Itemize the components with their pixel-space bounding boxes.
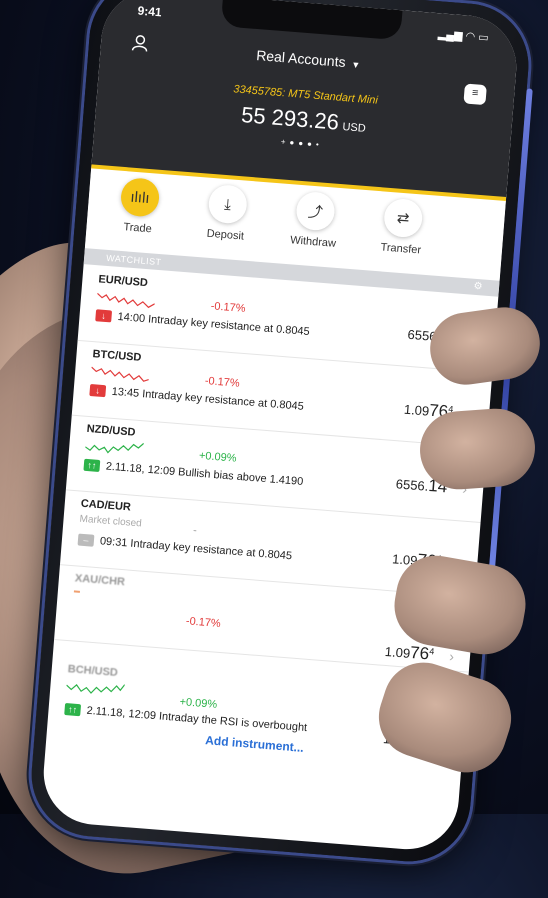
news-note: ↑↑ 2.11.18, 12:09 Bullish bias above 1.41…: [83, 458, 304, 488]
instrument-symbol: NZD/USD: [86, 422, 136, 439]
arrow-down-icon: ↓: [89, 384, 107, 398]
change-percent: -: [192, 524, 198, 537]
chart-icon: ılılı: [119, 176, 161, 218]
trade-label: Trade: [123, 221, 153, 236]
price-main: 1.09: [403, 401, 430, 419]
balance-currency: USD: [342, 121, 367, 135]
withdraw-label: Withdraw: [289, 234, 337, 250]
news-note: ↓ 14:00 Intraday key resistance at 0.8045: [95, 309, 310, 338]
status-time: 9:41: [137, 3, 163, 20]
sparkline: [91, 366, 149, 382]
download-icon: ⤓: [207, 183, 249, 225]
price-main: 6556.: [395, 476, 429, 494]
watchlist-label: WATCHLIST: [105, 252, 162, 268]
instrument-symbol: BTC/USD: [92, 348, 142, 364]
transfer-icon: ⇄: [382, 197, 424, 239]
chevron-down-icon: ▼: [351, 59, 361, 71]
gear-icon[interactable]: ⚙: [473, 279, 484, 296]
transfer-button[interactable]: ⇄ Transfer: [365, 196, 439, 257]
note-text: 14:00 Intraday key resistance at 0.8045: [117, 310, 311, 339]
news-note: –09:31 Intraday key resistance at 0.8045: [77, 533, 293, 563]
price-sup: 4: [428, 646, 435, 657]
account-title: Real Accounts: [255, 47, 347, 71]
transfer-label: Transfer: [380, 241, 422, 257]
arrow-up-icon: ↑↑: [83, 458, 101, 473]
sparkline: [73, 590, 80, 593]
instrument-symbol: CAD/EUR: [80, 497, 132, 514]
withdraw-button[interactable]: ⤴ Withdraw: [278, 189, 352, 250]
chevron-right-icon: ›: [448, 648, 455, 665]
market-status: Market closed: [79, 513, 143, 530]
finger: [417, 406, 538, 492]
arrow-down-icon: ↓: [95, 309, 113, 323]
status-icons: ▂▄▆ ◠ ▭: [437, 28, 490, 45]
instrument-symbol: BCH/USD: [67, 663, 119, 680]
change-percent: -0.17%: [185, 615, 222, 630]
neutral-icon: –: [77, 533, 95, 547]
account-selector[interactable]: Real Accounts ▼: [100, 35, 516, 84]
trade-button[interactable]: ılılı Trade: [102, 176, 176, 237]
deposit-button[interactable]: ⤓ Deposit: [190, 183, 264, 244]
sparkline: [66, 683, 125, 694]
price-big: 76: [409, 642, 430, 664]
sparkline: [96, 292, 156, 309]
sparkline: [84, 442, 144, 454]
note-text: 09:31 Intraday key resistance at 0.8045: [99, 535, 293, 563]
news-note: ↓ 13:45 Intraday key resistance at 0.8045: [89, 384, 304, 413]
notch: [220, 0, 403, 41]
change-percent: -0.17%: [210, 300, 246, 315]
balance-value: 55 293.26: [240, 102, 340, 135]
arrow-up-icon: ↑↑: [64, 703, 82, 717]
change-percent: +0.09%: [179, 696, 218, 711]
instrument-symbol: XAU/CHR: [74, 572, 126, 589]
deposit-label: Deposit: [206, 227, 245, 243]
note-text: 13:45 Intraday key resistance at 0.8045: [111, 385, 305, 413]
instrument-symbol: EUR/USD: [98, 273, 149, 290]
upload-icon: ⤴: [295, 190, 336, 232]
change-percent: +0.09%: [198, 449, 237, 465]
price-main: 1.09: [384, 643, 411, 661]
note-text: 2.11.18, 12:09 Bullish bias above 1.4190: [105, 460, 304, 488]
change-percent: -0.17%: [204, 375, 241, 390]
